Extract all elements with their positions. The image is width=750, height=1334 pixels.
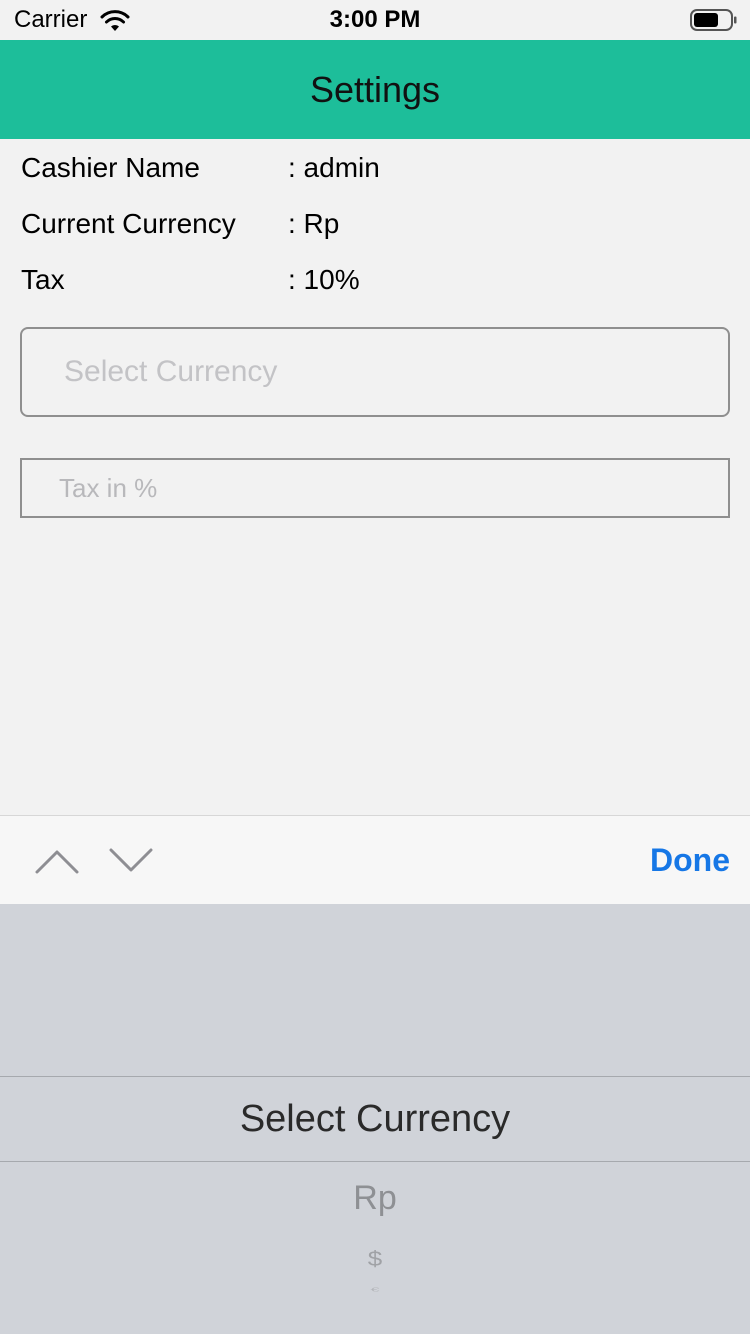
- chevron-up-icon[interactable]: [34, 846, 80, 876]
- status-bar: Carrier 3:00 PM: [0, 0, 750, 40]
- battery-icon: [690, 9, 737, 31]
- current-currency-label: Current Currency: [21, 208, 236, 239]
- cashier-name-row: Cashier Name : admin: [21, 148, 721, 188]
- current-currency-row: Current Currency : Rp: [21, 204, 721, 244]
- picker-option[interactable]: Rp: [0, 1176, 750, 1220]
- page-title: Settings: [309, 69, 441, 110]
- picker-selection-bottom-line: [0, 1161, 750, 1162]
- chevron-down-icon[interactable]: [108, 846, 154, 876]
- status-time: 3:00 PM: [329, 6, 421, 33]
- picker-selected-option[interactable]: Select Currency: [0, 1077, 750, 1161]
- tax-input[interactable]: [20, 458, 730, 518]
- picker-option[interactable]: $: [0, 1247, 750, 1271]
- done-button[interactable]: Done: [600, 816, 730, 905]
- keyboard-toolbar: Done: [0, 815, 750, 904]
- select-currency-placeholder: Select Currency: [64, 355, 278, 388]
- tax-value: : 10%: [288, 264, 360, 295]
- cashier-name-label: Cashier Name: [21, 152, 200, 183]
- settings-screen: Carrier 3:00 PM Settings Cashier Name : …: [0, 0, 750, 1334]
- currency-picker[interactable]: Select Currency Rp $ €: [0, 904, 750, 1334]
- tax-label: Tax: [21, 264, 65, 295]
- tax-row: Tax : 10%: [21, 260, 721, 300]
- navigation-bar: Settings: [0, 40, 750, 139]
- cashier-name-value: : admin: [288, 152, 380, 183]
- select-currency-field[interactable]: Select Currency: [20, 327, 730, 417]
- picker-option[interactable]: €: [0, 1287, 750, 1293]
- current-currency-value: : Rp: [288, 208, 340, 239]
